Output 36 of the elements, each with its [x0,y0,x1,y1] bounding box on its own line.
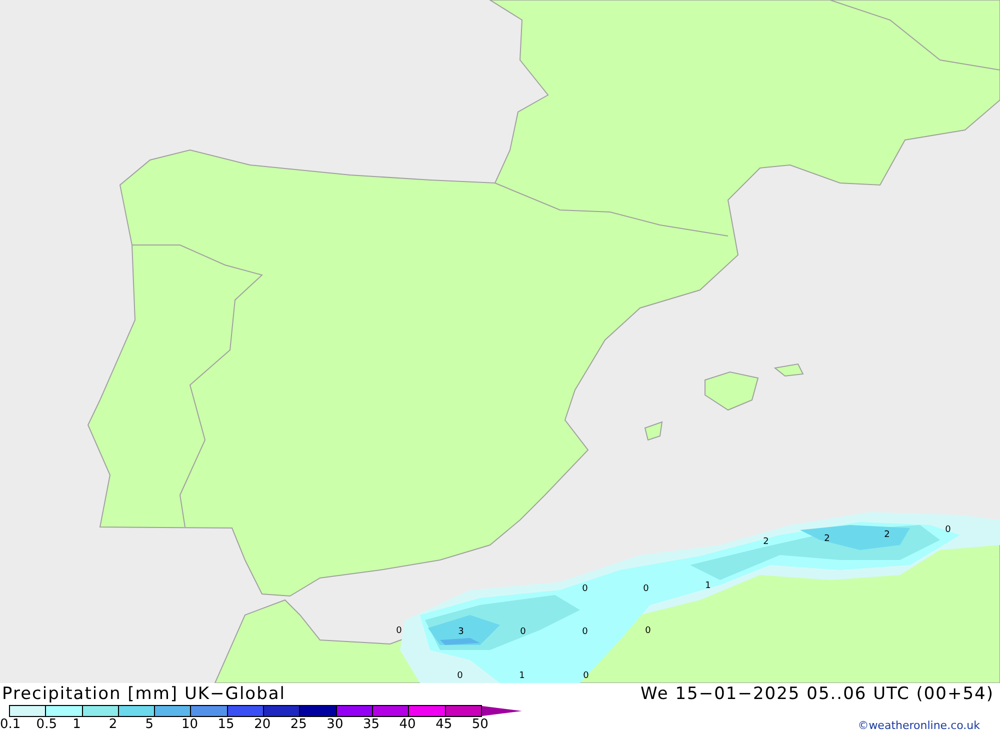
precipitation-value: 0 [945,525,951,535]
precipitation-value: 0 [583,671,589,681]
precipitation-value: 0 [457,671,463,681]
precipitation-value: 0 [582,627,588,637]
precipitation-value: 0 [582,584,588,594]
precipitation-value: 2 [824,534,830,544]
legend-tick-label: 15 [218,717,236,732]
legend-tick-label: 30 [326,717,344,732]
legend-tick-label: 25 [290,717,308,732]
precipitation-value: 1 [705,581,711,591]
precipitation-value: 3 [458,627,464,637]
precipitation-value: 0 [645,626,651,636]
precipitation-value: 2 [763,537,769,547]
precipitation-value: 0 [643,584,649,594]
legend-arrow-icon [482,705,522,717]
legend-tick-label: 1 [72,717,82,732]
legend-tick-label: 0.1 [0,717,22,732]
precipitation-value: 0 [396,626,402,636]
valid-time: We 15−01−2025 05..06 UTC (00+54) [640,683,995,705]
menorca-land [774,363,804,377]
copyright-text: ©weatheronline.co.uk [858,719,981,732]
legend-tick-label: 20 [254,717,272,732]
legend-tick-label: 50 [472,717,490,732]
legend-tick-label: 45 [436,717,454,732]
precipitation-value: 2 [884,530,890,540]
legend-tick-label: 40 [399,717,417,732]
precipitation-value: 0 [520,627,526,637]
legend-tick-label: 5 [145,717,154,732]
mallorca-land [704,371,759,411]
legend-tick-label: 10 [181,717,200,732]
chart-title: Precipitation [mm] UK−Global [1,683,286,705]
legend-tick-label: 0.5 [36,717,58,732]
legend-tick-label: 35 [362,717,381,732]
precipitation-value: 1 [519,671,525,681]
legend-tick-label: 2 [108,717,118,732]
ibiza-land [644,421,663,441]
